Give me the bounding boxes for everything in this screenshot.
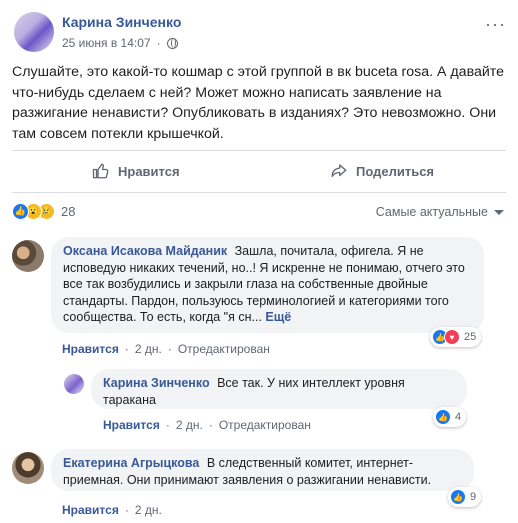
post-meta: 25 июня в 14:07 ·: [62, 36, 178, 50]
globe-icon[interactable]: [166, 37, 178, 49]
share-label: Поделиться: [356, 163, 435, 179]
chevron-down-icon: [494, 209, 504, 215]
comment-like-link[interactable]: Нравится: [62, 503, 119, 517]
divider: [12, 150, 506, 151]
comment-reaction-count: 25: [464, 331, 477, 343]
divider: [12, 192, 506, 193]
comment-bubble: Екатерина Агрыцкова В следственный комит…: [51, 449, 474, 491]
reactions-count: 28: [61, 204, 76, 219]
comment-meta: Нравится · 2 дн. · Отредактирован: [62, 342, 270, 356]
facebook-post: Карина Зинченко 25 июня в 14:07 · ··· Сл…: [0, 0, 518, 523]
sort-label: Самые актуальные: [375, 205, 488, 219]
comment-reaction-count: 4: [455, 411, 462, 423]
commenter-name[interactable]: Оксана Исакова Майданик: [63, 244, 227, 258]
share-arrow-icon: [331, 164, 347, 177]
see-more-link[interactable]: Ещё: [265, 310, 291, 324]
edited-label[interactable]: Отредактирован: [178, 342, 270, 356]
comment-reactions[interactable]: 👍 9: [448, 487, 482, 507]
comment-meta: Нравится · 2 дн. · Отредактирован: [103, 418, 311, 432]
comment-meta: Нравится · 2 дн.: [62, 503, 162, 517]
love-reaction-icon: ♥: [444, 329, 460, 345]
reply-avatar[interactable]: [64, 374, 84, 394]
reactions-summary[interactable]: 👍 😮 😢 28: [12, 203, 75, 220]
author-avatar[interactable]: [14, 12, 54, 52]
comment-reactions[interactable]: 👍 4: [433, 407, 467, 427]
comment-sort-dropdown[interactable]: Самые актуальные: [376, 205, 504, 219]
more-options-icon[interactable]: ···: [485, 14, 506, 35]
commenter-avatar[interactable]: [12, 452, 44, 484]
post-body-text: Слушайте, это какой-то кошмар с этой гру…: [12, 64, 504, 142]
comment-time[interactable]: 2 дн.: [176, 418, 203, 432]
thumbs-up-icon: [92, 163, 109, 179]
comment-time[interactable]: 2 дн.: [135, 342, 162, 356]
post-timestamp[interactable]: 25 июня в 14:07: [62, 36, 151, 50]
like-reaction-icon: 👍: [435, 409, 451, 425]
comment-like-link[interactable]: Нравится: [62, 342, 119, 356]
edited-label[interactable]: Отредактирован: [219, 418, 311, 432]
like-button[interactable]: Нравится: [92, 159, 180, 183]
like-label: Нравится: [118, 163, 180, 179]
comment-reactions[interactable]: 👍 ♥ 25: [430, 327, 482, 347]
commenter-name[interactable]: Екатерина Агрыцкова: [63, 456, 199, 470]
reply-bubble: Карина Зинченко Все так. У них интеллект…: [91, 369, 467, 409]
comment-reaction-count: 9: [470, 491, 477, 503]
comment-bubble: Оксана Исакова Майданик Зашла, почитала,…: [51, 237, 484, 333]
comment-time[interactable]: 2 дн.: [135, 503, 162, 517]
like-reaction-icon: 👍: [12, 203, 29, 220]
like-reaction-icon: 👍: [450, 489, 466, 505]
commenter-name[interactable]: Карина Зинченко: [103, 376, 210, 390]
commenter-avatar[interactable]: [12, 240, 44, 272]
post-author-name[interactable]: Карина Зинченко: [62, 14, 181, 30]
share-button[interactable]: Поделиться: [330, 159, 434, 183]
comment-like-link[interactable]: Нравится: [103, 418, 160, 432]
